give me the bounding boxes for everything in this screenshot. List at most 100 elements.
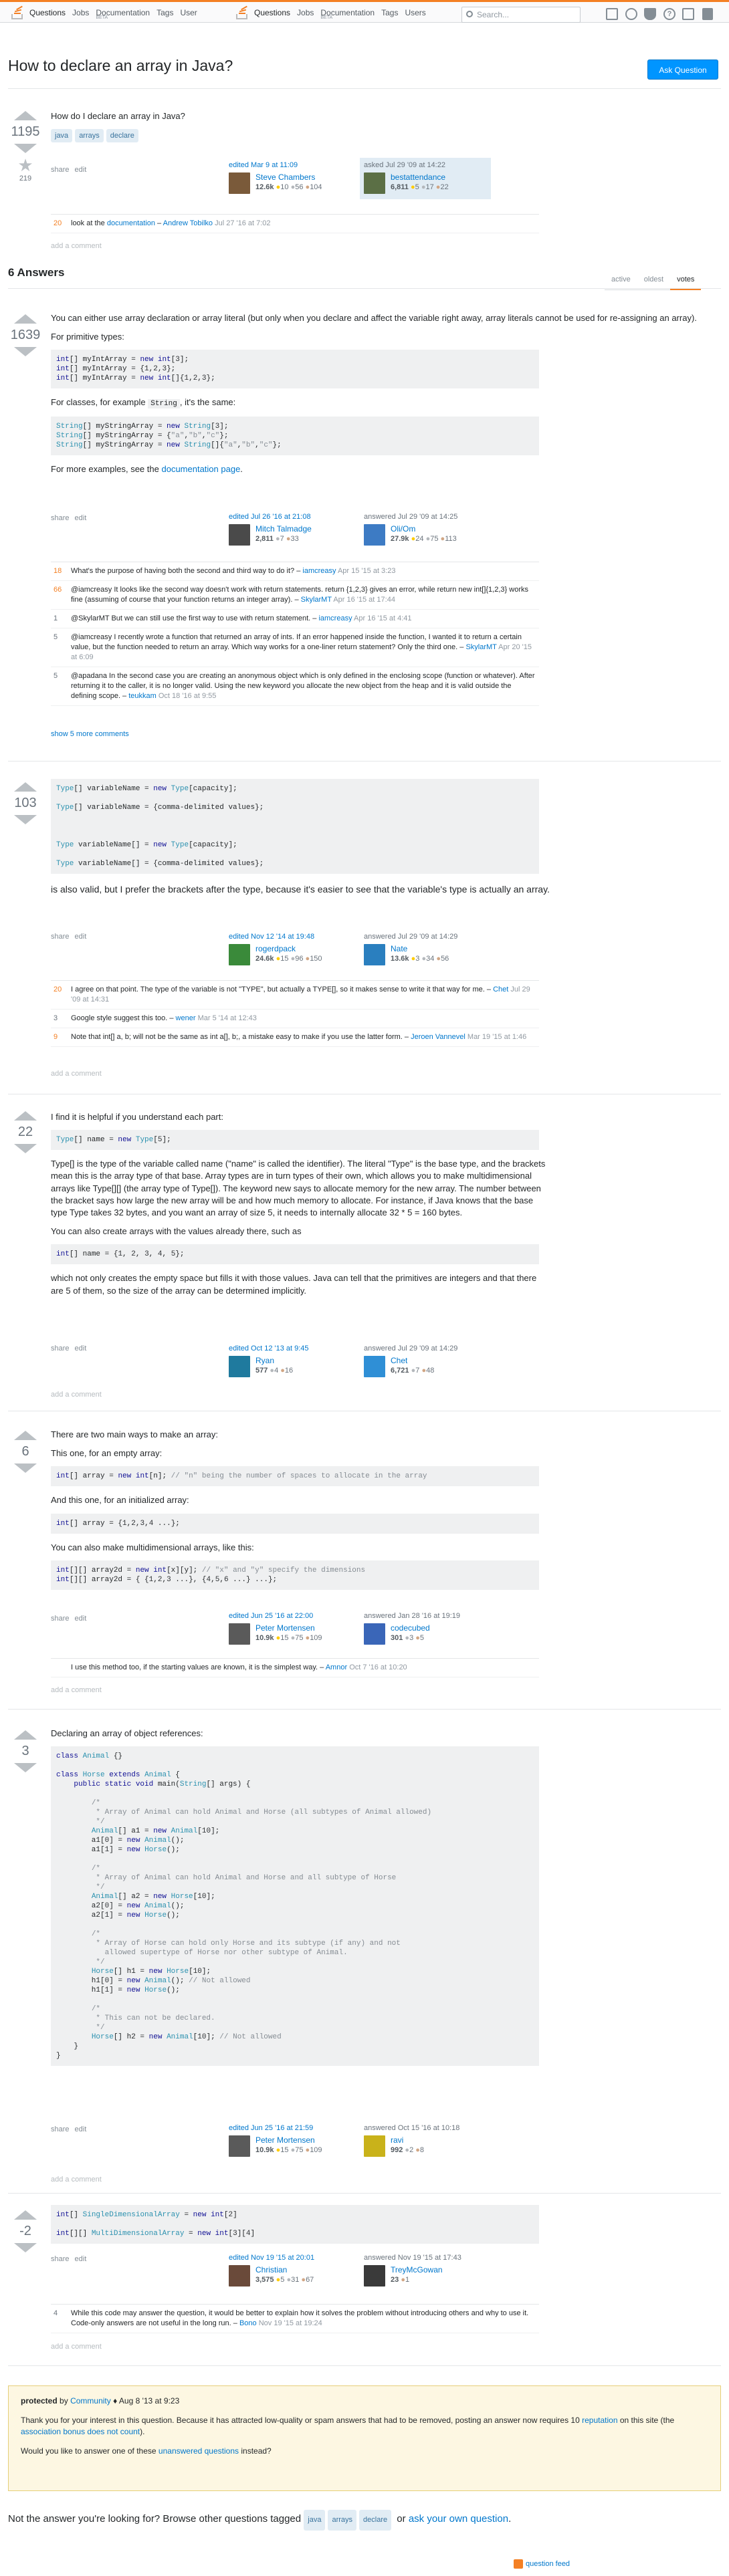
avatar[interactable] (364, 1356, 385, 1377)
stackoverflow-logo-icon[interactable] (234, 5, 250, 21)
edited-time[interactable]: edited Oct 12 '13 at 9:45 (229, 1344, 309, 1353)
edit-link[interactable]: edit (75, 1344, 87, 1353)
avatar[interactable] (229, 2135, 250, 2157)
user-name[interactable]: TreyMcGowan (391, 2265, 443, 2274)
tab-votes[interactable]: votes (670, 270, 702, 290)
edit-link[interactable]: edit (75, 166, 87, 174)
edit-link[interactable]: edit (75, 2255, 87, 2263)
user-name[interactable]: Nate (391, 944, 407, 953)
comment-user[interactable]: Amnor (326, 1663, 347, 1671)
upvote-arrow-icon[interactable] (14, 1730, 37, 1740)
user-name[interactable]: ravi (391, 2135, 403, 2145)
share-link[interactable]: share (51, 1344, 70, 1353)
comment-user[interactable]: teukkam (128, 692, 157, 700)
upvote-arrow-icon[interactable] (14, 2210, 37, 2220)
nav-questions[interactable]: Questions (29, 8, 66, 17)
user-name[interactable]: Steve Chambers (255, 172, 315, 182)
downvote-arrow-icon[interactable] (14, 1463, 37, 1473)
avatar[interactable] (364, 2135, 385, 2157)
edited-time[interactable]: edited Nov 12 '14 at 19:48 (229, 933, 314, 941)
comment-user[interactable]: iamcreasy (318, 614, 352, 622)
share-link[interactable]: share (51, 166, 70, 174)
edit-link[interactable]: edit (75, 514, 87, 522)
user-name[interactable]: codecubed (391, 1623, 430, 1633)
tag-arrays[interactable]: arrays (328, 2510, 357, 2531)
tag-declare[interactable]: declare (359, 2510, 392, 2531)
question-title[interactable]: How to declare an array in Java? (8, 57, 233, 75)
ask-own-question-link[interactable]: ask your own question (409, 2513, 508, 2525)
avatar[interactable] (364, 524, 385, 546)
community-user-link[interactable]: Community (70, 2396, 111, 2406)
add-comment-link[interactable]: add a comment (51, 1070, 102, 1078)
nav-users[interactable]: Users (405, 8, 425, 17)
comment-user[interactable]: Jeroen Vannevel (411, 1033, 465, 1041)
add-comment-link[interactable]: add a comment (51, 1686, 102, 1694)
upvote-arrow-icon[interactable] (14, 1111, 37, 1121)
edited-time[interactable]: edited Jun 25 '16 at 21:59 (229, 2124, 313, 2132)
user-name[interactable]: Christian (255, 2265, 287, 2274)
edit-link[interactable]: edit (75, 2125, 87, 2133)
nav-documentation[interactable]: Documentation BETA (320, 8, 375, 20)
share-link[interactable]: share (51, 514, 70, 522)
add-comment-link[interactable]: add a comment (51, 2176, 102, 2184)
nav-jobs[interactable]: Jobs (72, 8, 89, 17)
inbox-icon[interactable] (625, 8, 637, 20)
tag-declare[interactable]: declare (106, 129, 138, 143)
user-name[interactable]: Peter Mortensen (255, 1623, 315, 1633)
edited-time[interactable]: edited Mar 9 at 11:09 (229, 161, 298, 169)
downvote-arrow-icon[interactable] (14, 144, 37, 153)
nav-questions[interactable]: Questions (254, 8, 290, 17)
ask-question-button[interactable]: Ask Question (647, 60, 718, 80)
share-link[interactable]: share (51, 933, 70, 941)
reputation-link[interactable]: reputation (582, 2416, 617, 2425)
avatar[interactable] (229, 172, 250, 194)
comment-user[interactable]: SkylarMT (301, 596, 332, 604)
user-name[interactable]: rogerdpack (255, 944, 296, 953)
nav-users[interactable]: User (180, 8, 197, 17)
tag-arrays[interactable]: arrays (75, 129, 104, 143)
stackexchange-icon[interactable] (702, 8, 713, 20)
share-link[interactable]: share (51, 2255, 70, 2263)
avatar[interactable] (229, 524, 250, 546)
comment-user[interactable]: iamcreasy (302, 567, 336, 575)
user-name[interactable]: bestattendance (391, 172, 445, 182)
nav-documentation[interactable]: Documentation BETA (96, 8, 150, 20)
avatar[interactable] (364, 1623, 385, 1645)
avatar[interactable] (364, 172, 385, 194)
tag-java[interactable]: java (51, 129, 73, 143)
question-feed-link[interactable]: question feed (526, 2560, 570, 2568)
avatar[interactable] (229, 944, 250, 965)
documentation-page-link[interactable]: documentation page (161, 464, 240, 474)
edited-time[interactable]: edited Jun 25 '16 at 22:00 (229, 1612, 313, 1620)
nav-tags[interactable]: Tags (157, 8, 173, 17)
user-name[interactable]: Peter Mortensen (255, 2135, 315, 2145)
user-name[interactable]: Oli/Om (391, 524, 415, 534)
avatar[interactable] (229, 1623, 250, 1645)
add-comment-link[interactable]: add a comment (51, 1391, 102, 1399)
question-feed[interactable]: question feed (514, 2559, 570, 2569)
upvote-arrow-icon[interactable] (14, 314, 37, 324)
avatar[interactable] (229, 2265, 250, 2287)
downvote-arrow-icon[interactable] (14, 815, 37, 824)
help-icon[interactable]: ? (663, 8, 675, 20)
tag-java[interactable]: java (304, 2510, 326, 2531)
comment-user[interactable]: wener (176, 1014, 196, 1022)
upvote-arrow-icon[interactable] (14, 782, 37, 792)
share-link[interactable]: share (51, 1615, 70, 1623)
downvote-arrow-icon[interactable] (14, 347, 37, 356)
comment-user[interactable]: Andrew Tobilko (163, 219, 213, 227)
upvote-arrow-icon[interactable] (14, 111, 37, 120)
upvote-arrow-icon[interactable] (14, 1431, 37, 1440)
avatar[interactable] (364, 944, 385, 965)
comment-user[interactable]: SkylarMT (465, 643, 496, 651)
association-bonus-link[interactable]: association bonus does not count (21, 2427, 140, 2436)
show-more-comments-link[interactable]: show 5 more comments (51, 730, 129, 738)
unanswered-questions-link[interactable]: unanswered questions (159, 2446, 239, 2456)
favorite-star-icon[interactable]: ★ (9, 156, 41, 174)
documentation-link[interactable]: documentation (107, 219, 155, 227)
edit-link[interactable]: edit (75, 933, 87, 941)
nav-tags[interactable]: Tags (381, 8, 398, 17)
add-comment-link[interactable]: add a comment (51, 242, 102, 250)
comment-user[interactable]: Chet (493, 985, 508, 993)
site-switcher-icon[interactable] (606, 8, 618, 20)
